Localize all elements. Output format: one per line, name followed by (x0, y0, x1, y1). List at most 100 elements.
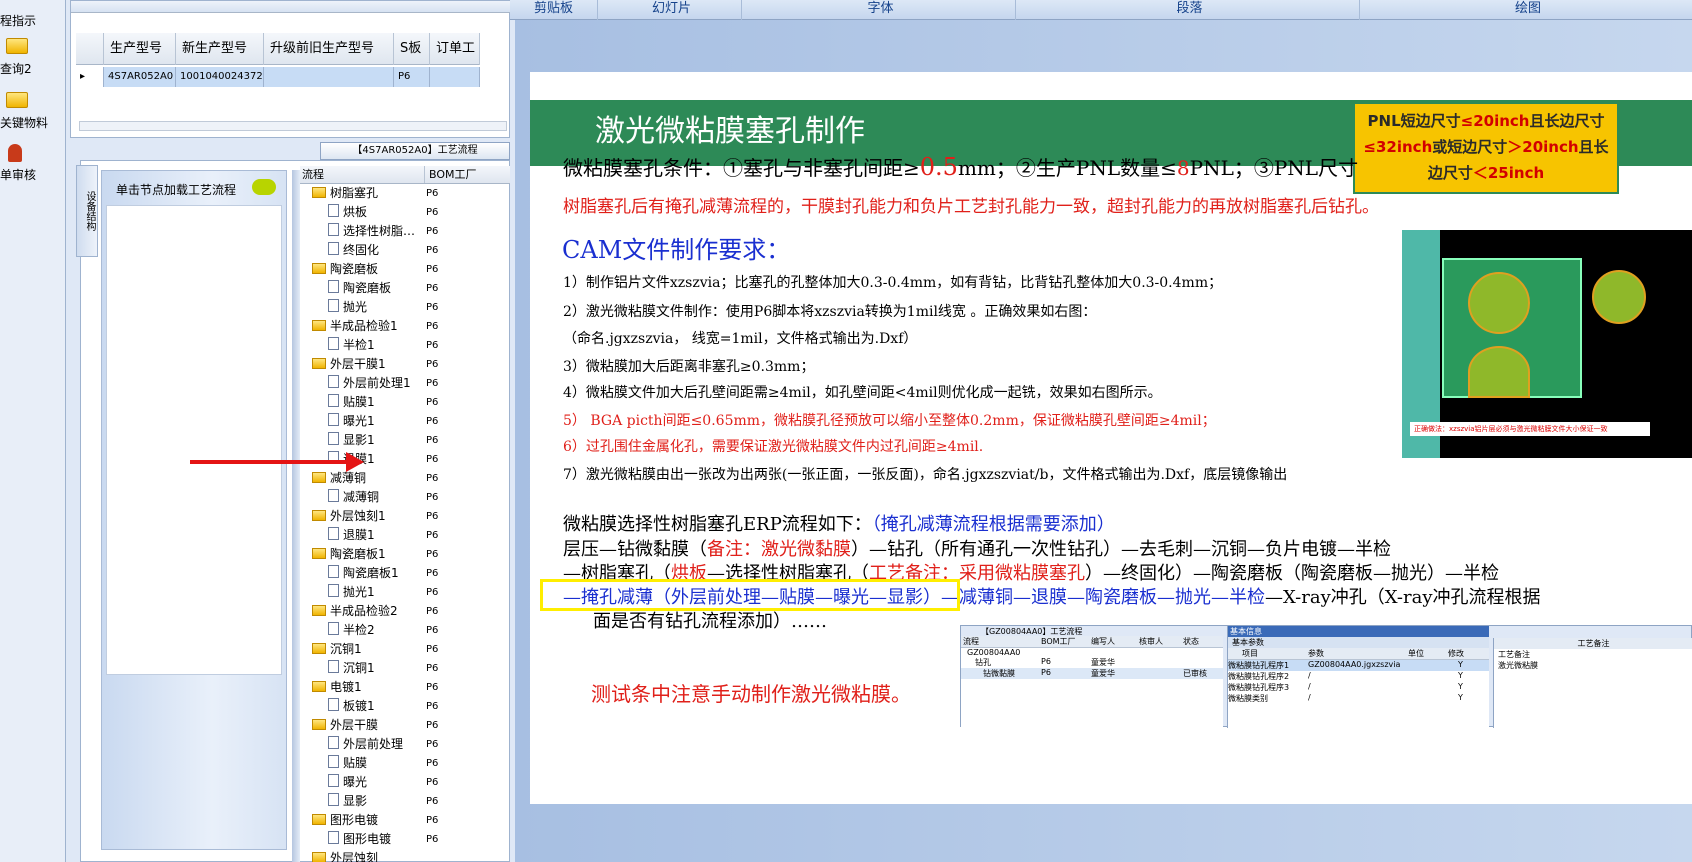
tree-node[interactable]: 贴膜1 P6 (328, 393, 510, 412)
document-icon (328, 584, 339, 597)
tree-node[interactable]: 沉铜1 P6 (328, 659, 510, 678)
pnl-size-callout[interactable]: PNL短边尺寸≤20inch且长边尺寸 ≤32inch或短边尺寸＞20inch且… (1353, 102, 1619, 194)
cam-item[interactable]: 5） BGA picth间距≤0.65mm，微粘膜孔径预放可以缩小至整体0.2m… (563, 410, 1216, 430)
tree-node[interactable]: 外层干膜 P6 (312, 716, 510, 735)
tree-node[interactable]: 半成品检验2 P6 (312, 602, 510, 621)
tree-node[interactable]: 图形电镀 P6 (312, 811, 510, 830)
tree-node-label: 减薄铜 (330, 471, 367, 485)
test-note[interactable]: 测试条中注意手动制作激光微粘膜。 (591, 678, 911, 707)
side-tab-structure[interactable]: 设备结构 (76, 165, 98, 257)
tree-node-bom: P6 (426, 378, 439, 389)
tree-node-bom: P6 (426, 834, 439, 845)
tree-node[interactable]: 电镀1 P6 (312, 678, 510, 697)
tree-node[interactable]: 烘板 P6 (328, 203, 510, 222)
erp-screenshot[interactable]: 【GZ00804AA0】工艺流程 流程 BOM工厂 编写人 核审人 状态 GZ0… (960, 625, 1692, 728)
tree-node-bom: P6 (426, 796, 439, 807)
mini-cell: GZ00804AA0.jgxzszvia (1308, 660, 1401, 669)
tree-node-label: 外层干膜 (330, 718, 379, 732)
cam-screenshot[interactable]: 正确做法：xzszvia铝片层必须与激光微粘膜文件大小保证一致 (1402, 230, 1692, 458)
mini-cell: / (1308, 682, 1311, 691)
tree-node-label: 曝光 (343, 775, 368, 789)
tree-node[interactable]: 沉铜1 P6 (312, 640, 510, 659)
tree-node[interactable]: 陶瓷磨板 P6 (312, 260, 510, 279)
grid-cell[interactable]: P6 (394, 67, 430, 87)
cam-title[interactable]: CAM文件制作要求： (562, 230, 790, 265)
tree-node[interactable]: 抛光1 P6 (328, 583, 510, 602)
tree-node[interactable]: 半成品检验1 P6 (312, 317, 510, 336)
tree-node[interactable]: 减薄铜 P6 (328, 488, 510, 507)
tree-node[interactable]: 树脂塞孔 P6 (312, 184, 510, 203)
condition-line[interactable]: 微粘膜塞孔条件：①塞孔与非塞孔间距≥0.5mm；②生产PNL数量≤8PNL；③P… (563, 152, 1358, 181)
tree-node[interactable]: 曝光1 P6 (328, 412, 510, 431)
speech-bubble-icon[interactable] (252, 179, 276, 195)
tree-node[interactable]: 外层蚀刻1 P6 (312, 507, 510, 526)
tree-node[interactable]: 选择性树脂… P6 (328, 222, 510, 241)
callout-text: 且长边尺寸 (1529, 112, 1605, 130)
red-note[interactable]: 树脂塞孔后有掩孔减薄流程的，干膜封孔能力和负片工艺封孔能力一致，超封孔能力的再放… (563, 192, 1379, 217)
process-title: 【4S7AR052A0】工艺流程 (320, 142, 510, 160)
tree-node[interactable]: 半检2 P6 (328, 621, 510, 640)
tree-node[interactable]: 图形电镀 P6 (328, 830, 510, 849)
document-icon (328, 527, 339, 540)
cam-item[interactable]: 2）激光微粘膜文件制作：使用P6脚本将xzszvia转换为1mil线宽 。正确效… (563, 301, 1096, 321)
grid-cell[interactable] (264, 67, 394, 87)
tree-node[interactable]: 退膜1 P6 (328, 526, 510, 545)
tree-node[interactable]: 板镀1 P6 (328, 697, 510, 716)
cam-item[interactable]: 7）激光微粘膜由出一张改为出两张(一张正面，一张反面)，命名.jgxzszvia… (563, 464, 1287, 484)
cam-item[interactable]: 4）微粘膜文件加大后孔壁间距需≥4mil，如孔壁间距<4mil则优化成一起铣，效… (563, 382, 1162, 402)
cam-item[interactable]: 6）过孔围住金属化孔，需要保证激光微粘膜文件内过孔间距≥4mil. (563, 436, 983, 456)
tree-node[interactable]: 外层干膜1 P6 (312, 355, 510, 374)
ribbon-group-drawing[interactable]: 绘图 (1364, 0, 1692, 20)
tree-node-label: 陶瓷磨板 (343, 281, 392, 295)
grid-col-header[interactable]: 订单工 (430, 33, 480, 65)
horizontal-scrollbar[interactable] (79, 121, 507, 131)
flow-text: —X-ray冲孔（X-ray冲孔流程根据 (1265, 587, 1541, 608)
ribbon-group-slides[interactable]: 幻灯片 (602, 0, 742, 20)
flow-line-4[interactable]: 面是否有钻孔流程添加）…… (593, 607, 827, 633)
splitter[interactable] (292, 170, 300, 862)
flow-line-1[interactable]: 层压—钻微黏膜（备注：激光微黏膜）—钻孔（所有通孔一次性钻孔）—去毛刺—沉铜—负… (563, 535, 1391, 561)
mini-cell: 童爱华 (1091, 658, 1115, 667)
tree-node[interactable]: 显影1 P6 (328, 431, 510, 450)
ribbon-group-font[interactable]: 字体 (746, 0, 1016, 20)
ribbon-group-paragraph[interactable]: 段落 (1020, 0, 1360, 20)
tree-node[interactable]: 陶瓷磨板1 P6 (328, 564, 510, 583)
tree-col-flow[interactable]: 流程 (300, 166, 425, 183)
document-icon (328, 698, 339, 711)
grid-cell[interactable]: 10010400243729 (176, 67, 264, 87)
cam-item[interactable]: 3）微粘膜加大后距离非塞孔≥0.3mm； (563, 356, 814, 376)
tree-node[interactable]: 曝光 P6 (328, 773, 510, 792)
tree-node-bom: P6 (426, 587, 439, 598)
tree-node[interactable]: 外层前处理 P6 (328, 735, 510, 754)
mini-cell: 微粘膜钻孔程序2 (1228, 672, 1290, 681)
tree-node[interactable]: 陶瓷磨板1 P6 (312, 545, 510, 564)
tree-node[interactable]: 陶瓷磨板 P6 (328, 279, 510, 298)
cam-item[interactable]: （命名.jgxzszvia， 线宽=1mil，文件格式输出为.Dxf） (563, 328, 917, 348)
grid-col-header[interactable]: 升级前旧生产型号 (264, 33, 394, 65)
cam-item[interactable]: 1）制作铝片文件xzszvia；比塞孔的孔整体加大0.3-0.4mm，如有背钻，… (563, 272, 1222, 292)
callout-text: 且长 (1578, 138, 1609, 156)
tree-node[interactable]: 减薄铜 P6 (312, 469, 510, 488)
tree-node-label: 抛光 (343, 300, 368, 314)
tree-node[interactable]: 半检1 P6 (328, 336, 510, 355)
table-row[interactable]: ▸ 4S7AR052A0 10010400243729 P6 (76, 67, 480, 87)
tree-node[interactable]: 贴膜 P6 (328, 754, 510, 773)
tree-node[interactable]: 外层蚀刻 (312, 849, 510, 862)
ribbon-group-clipboard[interactable]: 剪贴板 (510, 0, 598, 20)
grid-col-header[interactable]: 新生产型号 (176, 33, 264, 65)
grid-col-header[interactable]: 生产型号 (104, 33, 176, 65)
tree-node[interactable]: 显影 P6 (328, 792, 510, 811)
tree-node[interactable]: 外层前处理1 P6 (328, 374, 510, 393)
grid-toolbar (71, 1, 511, 13)
grid-col-header[interactable]: S板 (394, 33, 430, 65)
tree-col-bom[interactable]: BOM工厂 (425, 166, 510, 183)
slide-title[interactable]: 激光微粘膜塞孔制作 (595, 106, 865, 150)
tree-node[interactable]: 终固化 P6 (328, 241, 510, 260)
grid-cell[interactable]: 4S7AR052A0 (104, 67, 176, 87)
erp-line[interactable]: 微粘膜选择性树脂塞孔ERP流程如下：（掩孔减薄流程根据需要添加） (563, 510, 1115, 536)
document-icon (328, 242, 339, 255)
mini-row: 微粘膜类别 / Y (1228, 693, 1489, 704)
tree-node[interactable]: 抛光 P6 (328, 298, 510, 317)
grid-cell[interactable] (430, 67, 480, 87)
slide-canvas[interactable]: 激光微粘膜塞孔制作 PNL短边尺寸≤20inch且长边尺寸 ≤32inch或短边… (530, 72, 1692, 804)
